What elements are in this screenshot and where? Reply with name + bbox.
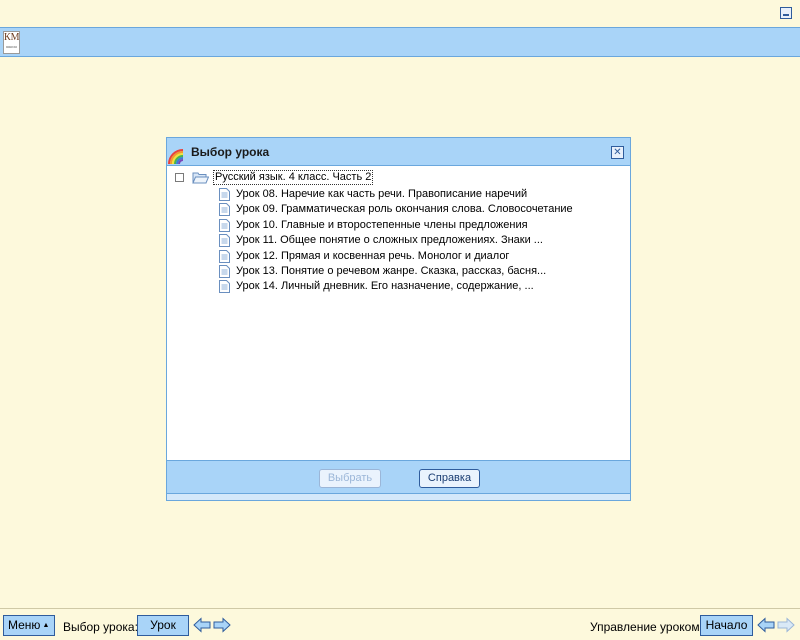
folder-open-icon — [192, 172, 209, 184]
document-icon — [219, 218, 230, 232]
menu-button-label: Меню — [8, 618, 41, 632]
caret-up-icon: ▲ — [42, 622, 50, 629]
lesson-item-label: Урок 11. Общее понятие о сложных предлож… — [236, 234, 543, 247]
lesson-button[interactable]: Урок — [137, 615, 189, 636]
document-icon — [219, 280, 230, 294]
arrow-left-icon[interactable] — [193, 617, 211, 633]
logo-caption: школа — [6, 44, 17, 49]
help-button[interactable]: Справка — [419, 469, 480, 488]
lesson-item-label: Урок 13. Понятие о речевом жанре. Сказка… — [236, 264, 547, 277]
rainbow-icon — [168, 149, 184, 165]
start-button[interactable]: Начало — [700, 615, 753, 636]
lesson-select-dialog: Выбор урока ✕ Русский язык. 4 класс. Час… — [166, 137, 631, 501]
menu-button[interactable]: Меню ▲ — [3, 615, 55, 636]
tree-root-label: Русский язык. 4 класс. Часть 2 — [213, 170, 374, 185]
document-icon — [219, 203, 230, 217]
arrow-right-icon[interactable] — [213, 617, 231, 633]
document-icon — [219, 249, 230, 263]
arrow-left-icon[interactable] — [757, 617, 775, 633]
select-button[interactable]: Выбрать — [319, 469, 381, 488]
app-logo: КМ школа — [3, 31, 20, 54]
minimize-window-button[interactable] — [780, 7, 792, 19]
logo-text: КМ — [4, 32, 20, 43]
document-icon — [219, 234, 230, 248]
dialog-footer-strip — [167, 493, 630, 500]
lesson-control-label: Управление уроком: — [590, 620, 703, 634]
lesson-select-label: Выбор урока: — [63, 620, 138, 634]
lesson-item-label: Урок 09. Грамматическая роль окончания с… — [236, 203, 573, 216]
close-icon[interactable]: ✕ — [611, 146, 624, 159]
bottom-toolbar: Меню ▲ Выбор урока: Урок Управление уроко… — [0, 608, 800, 640]
lesson-item-label: Урок 10. Главные и второстепенные члены … — [236, 218, 528, 231]
arrow-right-icon — [777, 617, 795, 633]
lesson-item-label: Урок 12. Прямая и косвенная речь. Моноло… — [236, 249, 510, 262]
dialog-title-bar: Выбор урока ✕ — [167, 138, 630, 166]
dialog-footer: Выбрать Справка — [167, 460, 630, 493]
header-bar: КМ школа — [0, 27, 800, 57]
document-icon — [219, 188, 230, 201]
dialog-title: Выбор урока — [191, 145, 270, 159]
top-strip — [0, 0, 800, 27]
lesson-item-label: Урок 08. Наречие как часть речи. Правопи… — [236, 188, 528, 200]
document-icon — [219, 264, 230, 278]
root-checkbox[interactable] — [175, 173, 184, 182]
lesson-item-label: Урок 14. Личный дневник. Его назначение,… — [236, 280, 534, 293]
